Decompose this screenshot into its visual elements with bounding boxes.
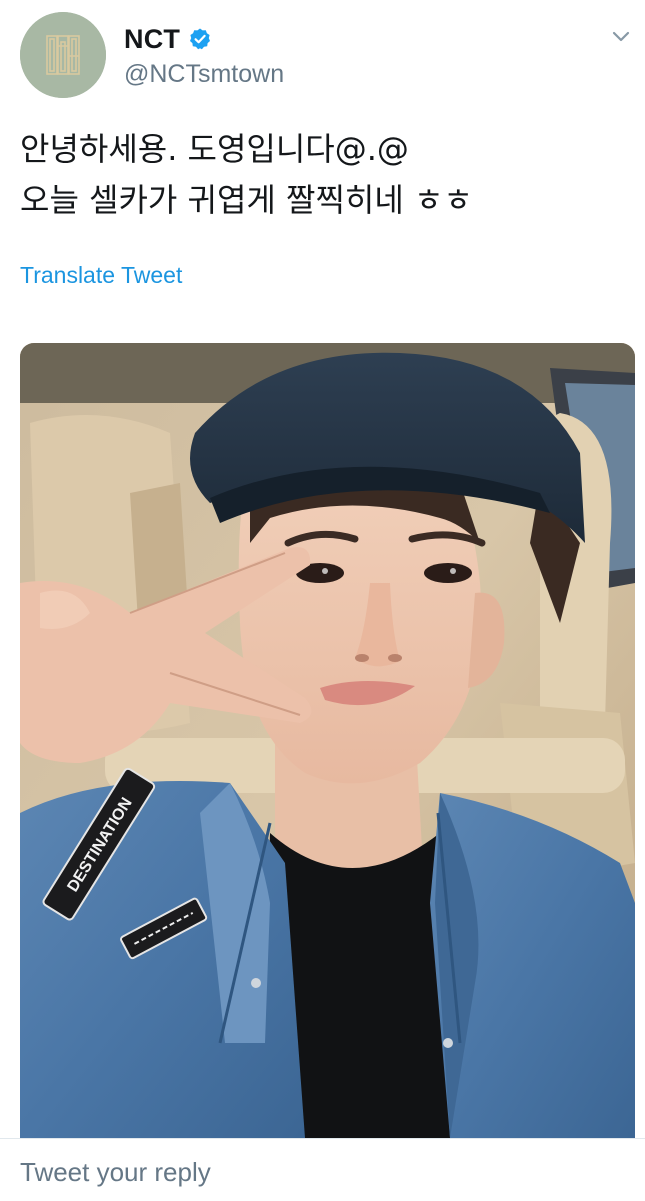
tweet-photo[interactable]: DESTINATION [20, 343, 635, 1138]
reply-input[interactable] [20, 1155, 620, 1189]
author-display-name[interactable]: NCT [124, 24, 180, 55]
tweet-header: NCT @NCTsmtown [0, 0, 645, 110]
selfie-photo-image: DESTINATION [20, 343, 635, 1138]
translate-tweet-link[interactable]: Translate Tweet [20, 262, 182, 289]
tweet-text: 안녕하세용. 도영입니다@.@ 오늘 셀카가 귀엽게 짤찍히네 ㅎㅎ [20, 124, 620, 226]
chevron-down-icon [612, 31, 630, 42]
author-handle[interactable]: @NCTsmtown [124, 60, 284, 89]
author-name-row: NCT [124, 22, 212, 56]
nct-logo-icon [20, 12, 106, 98]
verified-badge-icon [190, 28, 211, 50]
reply-bar [0, 1138, 645, 1201]
tweet-text-line: 오늘 셀카가 귀엽게 짤찍히네 ㅎㅎ [20, 181, 473, 219]
tweet-options-button[interactable] [607, 26, 635, 48]
author-avatar[interactable] [20, 12, 106, 98]
tweet-text-line: 안녕하세용. 도영입니다@.@ [20, 130, 409, 168]
